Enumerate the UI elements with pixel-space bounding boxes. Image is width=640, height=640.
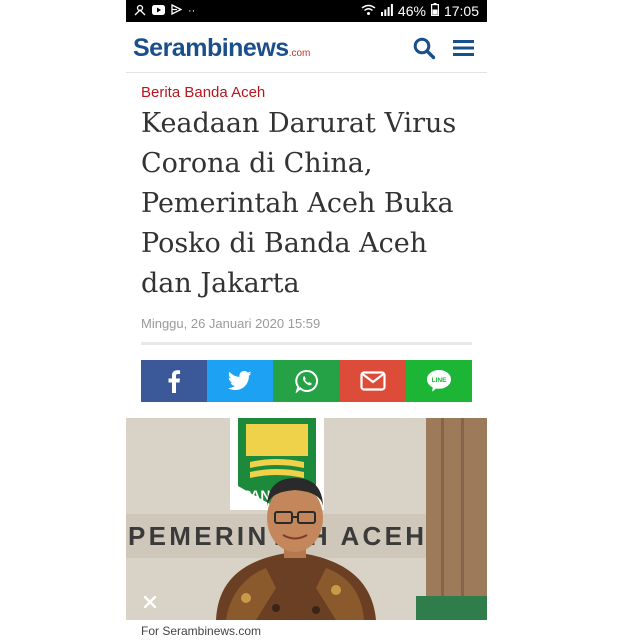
battery-percent: 46% [397, 3, 426, 19]
site-logo[interactable]: Serambinews.com [133, 34, 310, 63]
share-whatsapp-button[interactable] [273, 360, 340, 402]
logo-suffix: .com [288, 48, 311, 59]
play-icon [171, 3, 183, 18]
signal-icon [380, 3, 393, 19]
menu-icon [453, 40, 474, 56]
share-facebook-button[interactable] [141, 360, 208, 402]
share-line-button[interactable]: LINE [405, 360, 473, 402]
site-header: Serambinews.com [126, 22, 487, 73]
facebook-icon [168, 370, 181, 393]
share-email-button[interactable] [339, 360, 406, 402]
phone-screen: ·· 46% 17:05 Serambinews.com Berita Band… [126, 0, 487, 640]
line-icon: LINE [426, 370, 451, 392]
article-title: Keadaan Darurat Virus Corona di China, P… [141, 108, 457, 299]
party-label: PAN [242, 487, 271, 503]
person-icon [134, 4, 146, 19]
close-icon [144, 596, 156, 608]
battery-icon [430, 3, 439, 19]
youtube-icon [152, 4, 165, 18]
article-category[interactable]: Berita Banda Aceh [141, 84, 265, 101]
status-bar: ·· 46% 17:05 [126, 0, 487, 22]
article-photo: PAN PEMERINTAH ACEH [126, 418, 487, 620]
status-right: 46% 17:05 [361, 3, 487, 19]
divider [141, 342, 472, 345]
wifi-icon [361, 3, 376, 19]
email-icon [360, 371, 386, 391]
share-bar: LINE [141, 360, 473, 402]
logo-text: Serambinews [133, 34, 289, 62]
article-date: Minggu, 26 Januari 2020 15:59 [141, 316, 321, 331]
share-twitter-button[interactable] [207, 360, 274, 402]
whatsapp-icon [294, 369, 318, 393]
search-button[interactable] [412, 36, 436, 60]
clock: 17:05 [443, 3, 479, 19]
search-icon [413, 37, 436, 60]
line-label: LINE [431, 377, 447, 384]
status-dots: ·· [188, 5, 196, 17]
photo-caption: For Serambinews.com [141, 624, 262, 638]
photo-scene: PAN PEMERINTAH ACEH [126, 418, 487, 620]
status-left-icons: ·· [126, 3, 196, 19]
twitter-icon [228, 371, 252, 391]
close-photo-button[interactable] [140, 592, 160, 612]
menu-button[interactable] [452, 36, 476, 60]
